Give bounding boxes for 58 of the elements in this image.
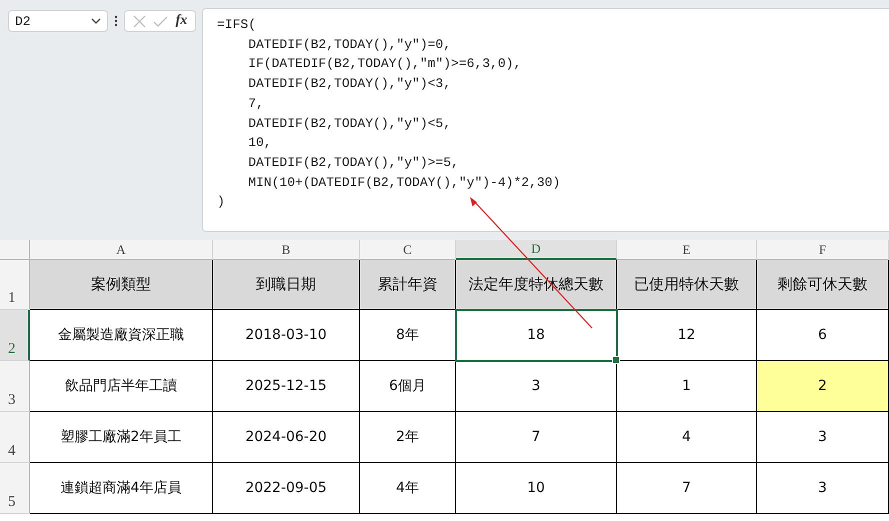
table-cell[interactable]: 8年: [360, 310, 456, 361]
column-title-cell[interactable]: 剩餘可休天數: [757, 260, 889, 310]
name-box[interactable]: D2: [8, 10, 108, 32]
table-cell[interactable]: 塑膠工廠滿2年員工: [30, 412, 213, 463]
fill-handle[interactable]: [612, 356, 620, 364]
formula-line: DATEDIF(B2,TODAY(),"y")=0,: [247, 36, 452, 54]
formula-line: IF(DATEDIF(B2,TODAY(),"m")>=6,3,0),: [247, 55, 522, 74]
formula-line: 10,: [247, 134, 272, 152]
row-header[interactable]: 2: [0, 310, 30, 361]
row-header[interactable]: 3: [0, 361, 30, 412]
table-cell[interactable]: 4年: [360, 463, 456, 514]
chevron-down-icon[interactable]: [91, 18, 101, 24]
formula-line: DATEDIF(B2,TODAY(),"y")<3,: [247, 75, 452, 94]
row-header[interactable]: 5: [0, 463, 30, 514]
formula-line: MIN(10+(DATEDIF(B2,TODAY(),"y")-4)*2,30): [247, 174, 560, 192]
column-header[interactable]: A: [30, 240, 213, 260]
row-header[interactable]: 4: [0, 412, 30, 463]
column-title-cell[interactable]: 到職日期: [213, 260, 360, 310]
table-cell[interactable]: 6個月: [360, 361, 456, 412]
column-title-cell[interactable]: 已使用特休天數: [617, 260, 757, 310]
table-cell[interactable]: 12: [617, 310, 757, 361]
cell-reference: D2: [15, 14, 31, 28]
table-cell[interactable]: 3: [757, 412, 889, 463]
table-cell[interactable]: 7: [456, 412, 617, 463]
row-header[interactable]: 1: [0, 260, 30, 310]
table-cell[interactable]: 10: [456, 463, 617, 514]
table-cell[interactable]: 3: [456, 361, 617, 412]
table-cell[interactable]: 18: [456, 310, 617, 361]
table-cell[interactable]: 連鎖超商滿4年店員: [30, 463, 213, 514]
table-cell[interactable]: 7: [617, 463, 757, 514]
column-header[interactable]: F: [757, 240, 889, 260]
formula-line: DATEDIF(B2,TODAY(),"y")<5,: [247, 114, 452, 133]
formula-field[interactable]: =IFS( DATEDIF(B2,TODAY(),"y")=0, IF(DATEDIF(B2,TODAY(),"m")>=6,3,0), DATEDIF(B2,TODAY(),"y")<3, 7, DATEDIF(B2,TODAY(),"y")<5, 10, DATEDIF(B2,TODAY(),"y")>=5, MIN(10+(DATEDIF(B2,TODAY(),"y")-4)*2,30) ): [202, 8, 889, 232]
formula-line: 7,: [247, 94, 264, 113]
column-title-cell[interactable]: 案例類型: [30, 260, 213, 310]
column-header[interactable]: E: [617, 240, 757, 260]
insert-function-button[interactable]: fx: [176, 13, 188, 29]
table-cell[interactable]: 2018-03-10: [213, 310, 360, 361]
formula-line: =IFS(: [217, 16, 256, 34]
table-cell[interactable]: 飲品門店半年工讀: [30, 361, 213, 412]
formula-line: ): [217, 193, 225, 212]
more-options-icon[interactable]: [114, 15, 118, 27]
table-cell[interactable]: 3: [757, 463, 889, 514]
table-cell[interactable]: 2年: [360, 412, 456, 463]
column-header[interactable]: D: [456, 240, 617, 260]
table-cell[interactable]: 2: [757, 361, 889, 412]
formula-line: DATEDIF(B2,TODAY(),"y")>=5,: [247, 154, 459, 172]
table-cell[interactable]: 2022-09-05: [213, 463, 360, 514]
column-header[interactable]: B: [213, 240, 360, 260]
check-icon[interactable]: [153, 16, 168, 26]
table-cell[interactable]: 2025-12-15: [213, 361, 360, 412]
table-cell[interactable]: 4: [617, 412, 757, 463]
table-cell[interactable]: 6: [757, 310, 889, 361]
table-cell[interactable]: 金屬製造廠資深正職: [30, 310, 213, 361]
table-cell[interactable]: 1: [617, 361, 757, 412]
column-title-cell[interactable]: 累計年資: [360, 260, 456, 310]
table-cell[interactable]: 2024-06-20: [213, 412, 360, 463]
column-header[interactable]: C: [360, 240, 456, 260]
